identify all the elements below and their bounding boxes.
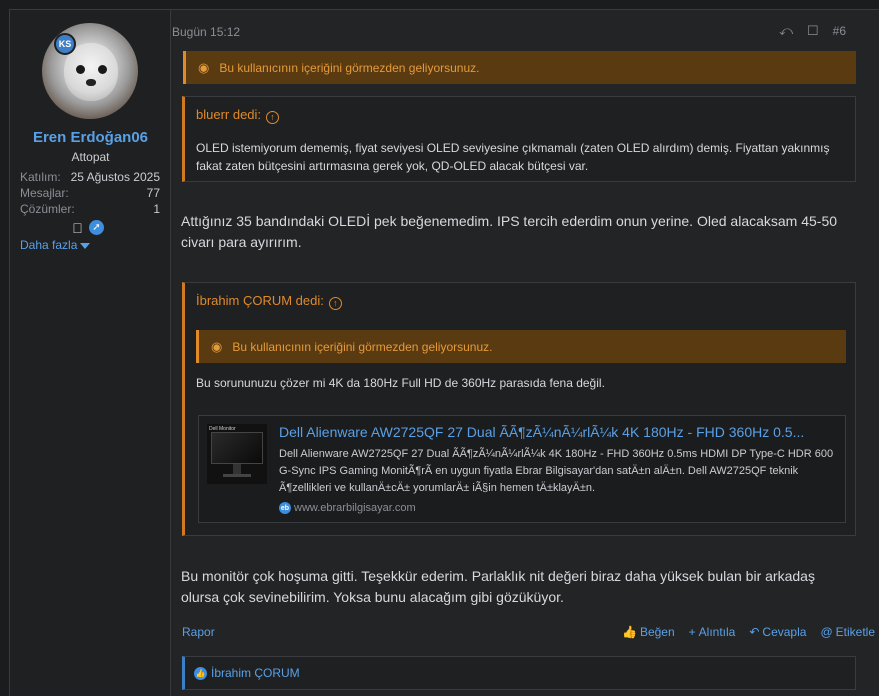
user-badge: KS	[54, 33, 76, 55]
arrow-up-circle-icon[interactable]: ↑	[328, 297, 342, 310]
quote-body: Bu sorununuzu çözer mi 4K da 180Hz Full …	[196, 376, 605, 390]
embed-site-url: www.ebrarbilgisayar.com	[294, 502, 416, 514]
at-icon: @	[820, 625, 833, 639]
quote-block-bluerr: bluerr dedi: ↑ OLED istemiyorum dememiş, …	[182, 96, 856, 182]
avatar-eye-right	[98, 65, 107, 74]
more-label: Daha fazla	[20, 238, 78, 252]
embed-title-link[interactable]: Dell Alienware AW2725QF 27 Dual ÃÃ¶zÃ¼nÃ…	[279, 424, 839, 440]
likes-bar: 👍 İbrahim ÇORUM	[182, 656, 856, 690]
username[interactable]: Eren Erdoğan06	[10, 129, 171, 146]
arrow-up-circle-icon[interactable]: ↑	[266, 111, 280, 124]
quote-author-label: İbrahim ÇORUM dedi:	[196, 293, 324, 308]
like-reaction-icon: 👍	[194, 666, 207, 680]
monitor-stand	[233, 464, 241, 474]
compass-icon[interactable]: ➚	[89, 220, 104, 235]
stat-label: Mesajlar:	[20, 186, 69, 200]
apple-icon[interactable]: 	[70, 220, 85, 236]
muted-user-icon: ◉	[211, 338, 223, 354]
embed-description: Dell Alienware AW2725QF 27 Dual ÃÃ¶zÃ¼nÃ…	[279, 448, 834, 494]
reply-label: Cevapla	[762, 625, 807, 639]
avatar-eye-left	[76, 65, 85, 74]
user-title: Attopat	[71, 150, 110, 164]
stat-value: 25 Ağustos 2025	[70, 170, 160, 184]
stat-value: 1	[153, 202, 160, 216]
user-sidebar: KS Eren Erdoğan06 Attopat Katılım: 25 Ağ…	[10, 10, 171, 696]
avatar-nose	[86, 79, 96, 86]
quote-author[interactable]: bluerr dedi: ↑	[196, 107, 280, 124]
stat-joined: Katılım: 25 Ağustos 2025	[20, 170, 160, 184]
message-text-1: Attığınız 35 bandındaki OLEDİ pek beğene…	[181, 213, 838, 250]
ignored-notice-text: Bu kullanıcının içeriğini görmezden geli…	[232, 339, 493, 354]
report-link[interactable]: Rapor	[182, 625, 215, 639]
stat-label: Katılım:	[20, 170, 61, 184]
quote-author-label: bluerr dedi:	[196, 107, 262, 122]
reply-icon: ↶	[749, 625, 760, 639]
trophy-row:  ➚	[70, 220, 104, 236]
site-favicon-icon: eb	[279, 502, 291, 514]
reply-button[interactable]: ↶ Cevapla	[749, 625, 806, 639]
stat-label: Çözümler:	[20, 202, 75, 216]
embed-site[interactable]: eb www.ebrarbilgisayar.com	[279, 502, 416, 514]
stat-value: 77	[146, 186, 160, 200]
quote-body: OLED istemiyorum dememiş, fiyat seviyesi…	[196, 141, 830, 173]
quote-button[interactable]: + Alıntıla	[689, 625, 736, 639]
ignored-notice-text: Bu kullanıcının içeriğini görmezden geli…	[219, 60, 480, 75]
chevron-down-icon	[80, 242, 91, 249]
message-text-2: Bu monitör çok hoşuma gitti. Teşekkür ed…	[181, 568, 815, 605]
stat-solutions: Çözümler: 1	[20, 202, 160, 216]
ignored-notice: ◉ Bu kullanıcının içeriğini görmezden ge…	[183, 51, 856, 84]
tag-label: Etiketle	[835, 625, 875, 639]
monitor-base	[223, 474, 251, 477]
liked-by-user[interactable]: İbrahim ÇORUM	[211, 666, 300, 680]
quote-author[interactable]: İbrahim ÇORUM dedi: ↑	[196, 293, 342, 310]
muted-user-icon: ◉	[198, 59, 210, 75]
post-number[interactable]: #6	[833, 24, 846, 38]
post-meta-actions: ⤺ ☐ #6	[779, 23, 846, 39]
like-label: Beğen	[639, 625, 675, 639]
like-button[interactable]: 👍 Beğen	[622, 625, 675, 639]
post-actions: 👍 Beğen + Alıntıla ↶ Cevapla @ Etiketle	[622, 625, 875, 639]
post-time[interactable]: Bugün 15:12	[172, 25, 240, 39]
more-info-toggle[interactable]: Daha fazla	[20, 238, 91, 252]
share-icon[interactable]: ⤺	[779, 23, 793, 39]
thumbs-up-icon: 👍	[622, 625, 637, 639]
monitor-image	[211, 432, 263, 464]
tag-button[interactable]: @ Etiketle	[820, 625, 875, 639]
ignored-notice-nested: ◉ Bu kullanıcının içeriğini görmezden ge…	[196, 330, 846, 363]
link-embed[interactable]: Dell Monitor Dell Alienware AW2725QF 27 …	[198, 415, 846, 523]
stat-messages: Mesajlar: 77	[20, 186, 160, 200]
plus-icon: +	[688, 625, 696, 639]
bookmark-icon[interactable]: ☐	[807, 23, 819, 39]
quote-label: Alıntıla	[698, 625, 736, 639]
quote-block-ibrahim: İbrahim ÇORUM dedi: ↑ ◉ Bu kullanıcının i…	[182, 282, 856, 536]
embed-thumbnail[interactable]: Dell Monitor	[207, 424, 267, 484]
